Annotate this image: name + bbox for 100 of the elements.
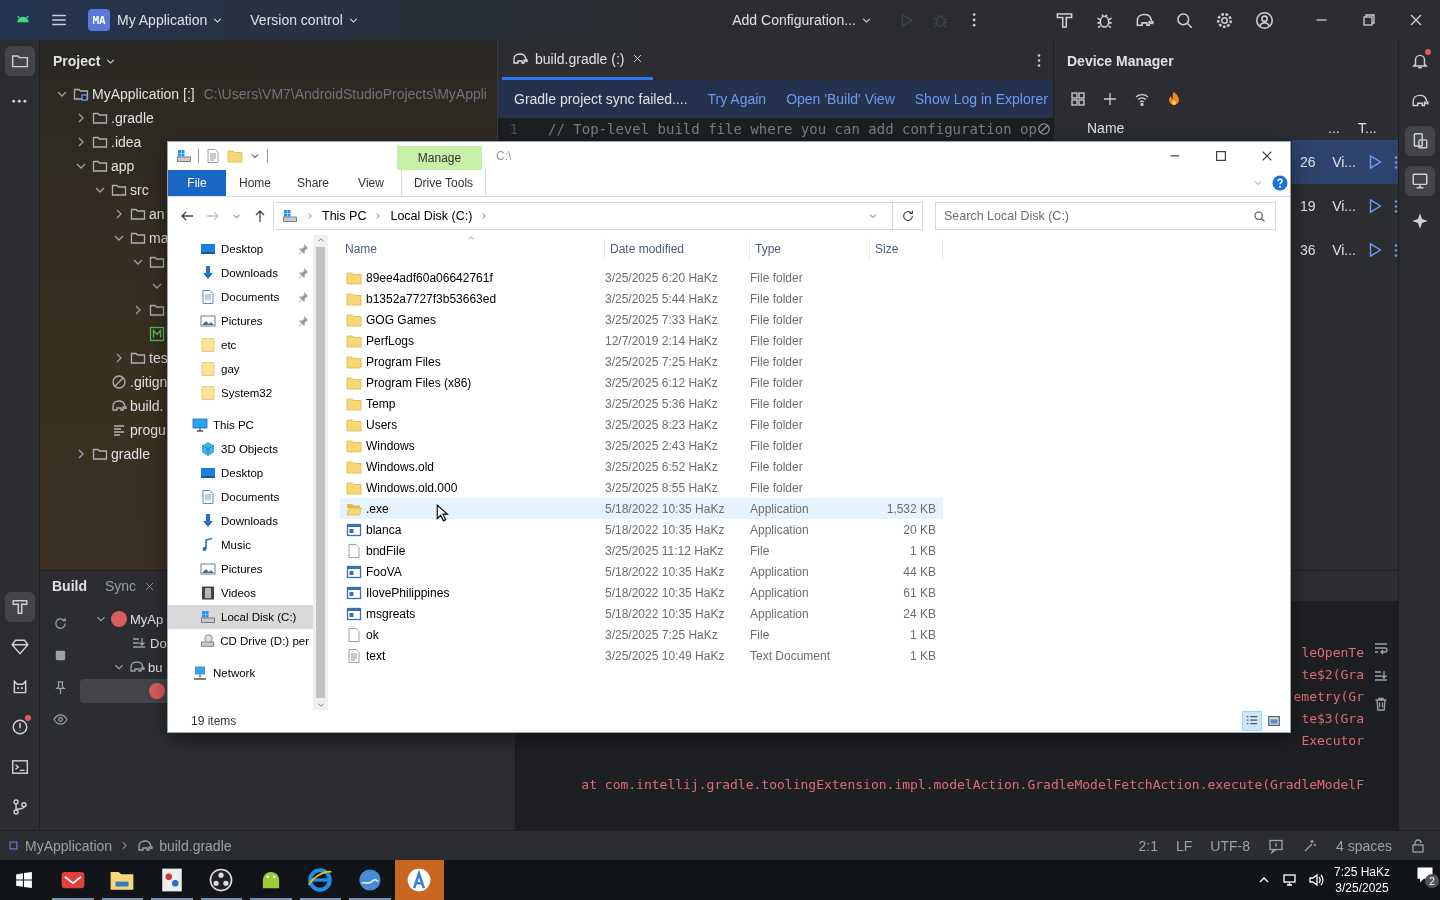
build-tree-item[interactable]: MyAp	[130, 611, 164, 627]
file-row[interactable]: msgreats 5/18/2022 10:35 HaKz Application 24 KB	[340, 603, 943, 624]
panel-title: Project	[53, 53, 101, 69]
file-row[interactable]: Windows.old.000 3/25/2025 8:55 HaKz File folder	[340, 477, 943, 498]
nav-label: Videos	[221, 587, 257, 599]
ribbon-tab[interactable]: Share	[284, 170, 342, 196]
tree-item[interactable]: progu	[130, 422, 166, 438]
nav-item[interactable]: System32	[168, 381, 313, 405]
console-line: emetry(Gr	[1293, 688, 1364, 706]
line-separator[interactable]: LF	[1175, 837, 1193, 854]
caret-position[interactable]: 2:1	[1138, 837, 1158, 854]
breadcrumb-item[interactable]: build.gradle	[159, 837, 232, 854]
file-row[interactable]: Program Files 3/25/2025 7:25 HaKz File folder	[340, 351, 943, 372]
tree-item[interactable]: .gitign	[130, 374, 168, 390]
column-header[interactable]: Type	[750, 239, 870, 259]
nav-item[interactable]: Pictures	[168, 557, 313, 581]
tree-item[interactable]: MyApplication [:]	[92, 86, 195, 102]
tree-item[interactable]: src	[130, 182, 149, 198]
panel-tab[interactable]: Sync	[105, 578, 156, 594]
banner-link[interactable]: Show Log in Explorer	[914, 91, 1048, 107]
column-header[interactable]: Size	[870, 239, 943, 259]
build-tree-item[interactable]: bu	[148, 659, 163, 675]
banner-link[interactable]: Try Again	[707, 91, 767, 107]
file-encoding[interactable]: UTF-8	[1210, 837, 1250, 854]
file-size: 1 KB	[909, 627, 937, 642]
nav-item[interactable]: gay	[168, 357, 313, 381]
file-type: File	[750, 627, 771, 642]
file-row[interactable]: 89ee4adf60a06642761f 3/25/2025 6:20 HaKz File folder	[340, 267, 943, 288]
search-field[interactable]: Search Local Disk (C:)	[935, 202, 1276, 230]
file-date: 12/7/2019 2:14 HaKz	[605, 333, 719, 348]
file-row[interactable]: PerfLogs 12/7/2019 2:14 HaKz File folder	[340, 330, 943, 351]
breadcrumb-item[interactable]: This PC	[322, 209, 367, 223]
run-configuration-dropdown[interactable]: Add Configuration...	[732, 12, 873, 28]
file-row[interactable]: Windows 3/25/2025 2:43 HaKz File folder	[340, 435, 943, 456]
file-row[interactable]: Temp 3/25/2025 5:36 HaKz File folder	[340, 393, 943, 414]
ribbon-tab[interactable]: View	[342, 170, 400, 196]
file-row[interactable]: Program Files (x86) 3/25/2025 6:12 HaKz File folder	[340, 372, 943, 393]
nav-item[interactable]: etc	[168, 333, 313, 357]
nav-item[interactable]: Documents	[168, 285, 313, 309]
file-type: Application	[750, 564, 810, 579]
item-count: 19 items	[191, 714, 237, 728]
nav-item[interactable]: This PC	[168, 413, 313, 437]
nav-item[interactable]: Videos	[168, 581, 313, 605]
manage-tab[interactable]: Manage	[397, 146, 482, 170]
device-row[interactable]: 36 Vi...	[1292, 228, 1398, 272]
device-row[interactable]: 19 Vi...	[1292, 184, 1398, 228]
tree-item[interactable]: tes	[149, 350, 168, 366]
file-type: Application	[750, 522, 810, 537]
device-name: Vi...	[1332, 198, 1356, 214]
column-header[interactable]: Name	[340, 239, 605, 259]
address-bar[interactable]: This PC Local Disk (C:)	[273, 202, 893, 230]
file-row[interactable]: ok 3/25/2025 7:25 HaKz File 1 KB	[340, 624, 943, 645]
file-row[interactable]: IlovePhilippines 5/18/2022 10:35 HaKz Application 61 KB	[340, 582, 943, 603]
file-date: 3/25/2025 11:12 HaKz	[605, 543, 725, 558]
file-type: File folder	[750, 480, 804, 495]
file-row[interactable]: GOG Games 3/25/2025 7:33 HaKz File folder	[340, 309, 943, 330]
file-date: 3/25/2025 8:23 HaKz	[605, 417, 719, 432]
vcs-menu[interactable]: Version control	[250, 12, 360, 28]
nav-item[interactable]: Local Disk (C:)	[168, 605, 313, 629]
nav-item[interactable]: Downloads	[168, 509, 313, 533]
tree-item[interactable]: an	[149, 206, 165, 222]
column-header[interactable]: Date modified	[605, 239, 750, 259]
tree-item[interactable]: app	[111, 158, 135, 174]
file-row[interactable]: FooVA 5/18/2022 10:35 HaKz Application 44 KB	[340, 561, 943, 582]
nav-item[interactable]: Pictures	[168, 309, 313, 333]
nav-item[interactable]: Network	[168, 661, 313, 685]
nav-item[interactable]: CD Drive (D:) per	[168, 629, 313, 653]
notifications-button[interactable]: 2	[1410, 860, 1440, 890]
panel-tab[interactable]: Build	[52, 578, 87, 594]
file-tab[interactable]: File	[168, 170, 226, 196]
file-row[interactable]: blanca 5/18/2022 10:35 HaKz Application 20 KB	[340, 519, 943, 540]
file-row[interactable]: b1352a7727f3b53663ed 3/25/2025 5:44 HaKz File folder	[340, 288, 943, 309]
tree-item[interactable]: ma	[149, 230, 169, 246]
file-type: File folder	[750, 333, 804, 348]
nav-item[interactable]: Desktop	[168, 237, 313, 261]
nav-item[interactable]: Documents	[168, 485, 313, 509]
build-tree-item[interactable]: Do	[150, 635, 167, 651]
project-switcher[interactable]: My Application	[117, 12, 225, 28]
tree-item[interactable]: .gradle	[111, 110, 154, 126]
tree-item[interactable]: .idea	[111, 134, 142, 150]
tree-item[interactable]: gradle	[111, 446, 150, 462]
nav-item[interactable]: 3D Objects	[168, 437, 313, 461]
device-name: Vi...	[1332, 242, 1356, 258]
breadcrumb-item[interactable]: Local Disk (C:)	[390, 209, 473, 223]
nav-item[interactable]: Downloads	[168, 261, 313, 285]
indent-setting[interactable]: 4 spaces	[1335, 837, 1392, 854]
device-row[interactable]: 26 Vi...	[1292, 140, 1398, 184]
nav-label: Network	[213, 667, 257, 679]
file-row[interactable]: Users 3/25/2025 8:23 HaKz File folder	[340, 414, 943, 435]
nav-label: Downloads	[221, 267, 279, 279]
file-row[interactable]: .exe 5/18/2022 10:35 HaKz Application 1,532 KB	[340, 498, 943, 519]
tree-item[interactable]: build.	[130, 398, 164, 414]
banner-link[interactable]: Open 'Build' View	[786, 91, 895, 107]
nav-item[interactable]: Music	[168, 533, 313, 557]
file-row[interactable]: text 3/25/2025 10:49 HaKz Text Document 1 KB	[340, 645, 943, 666]
file-row[interactable]: Windows.old 3/25/2025 6:52 HaKz File folder	[340, 456, 943, 477]
nav-item[interactable]: Desktop	[168, 461, 313, 485]
file-row[interactable]: bndFile 3/25/2025 11:12 HaKz File 1 KB	[340, 540, 943, 561]
ribbon-tab[interactable]: Home	[226, 170, 284, 196]
breadcrumb-item[interactable]: MyApplication	[25, 837, 113, 854]
